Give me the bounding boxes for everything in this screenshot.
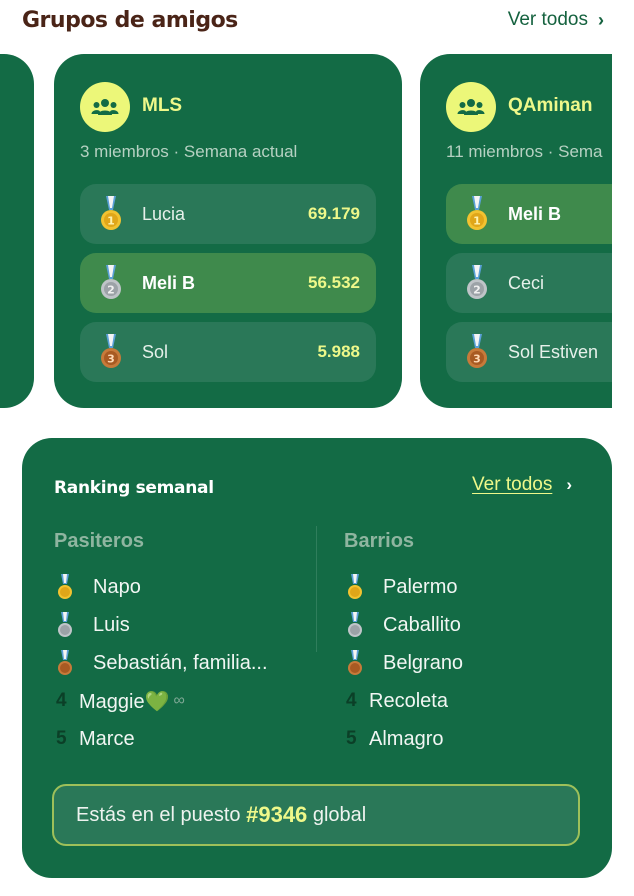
member-score: 5.988 [317,342,360,361]
list-item[interactable]: Caballito [346,606,463,644]
position-prefix: Estás en el puesto [76,803,247,826]
section-title-friend-groups: Grupos de amigos [22,8,238,33]
member-row[interactable]: 3 Sol Estiven [446,322,612,382]
ranking-name: Caballito [383,613,461,636]
infinity-badge: ∞ [173,692,185,709]
chevron-right-icon: › [598,9,604,30]
silver-medal-icon [58,612,72,637]
group-icon [80,82,130,132]
member-name: Sol [142,341,169,362]
silver-medal-icon: 2 [467,265,487,299]
svg-text:2: 2 [473,284,481,297]
list-item[interactable]: Luis [56,606,268,644]
ranking-name: Almagro [369,727,444,750]
gold-medal-icon: 1 [467,196,487,230]
bronze-medal-icon: 3 [467,334,487,368]
member-row[interactable]: 3 Sol 5.988 [80,322,376,382]
weekly-ranking-card: Ranking semanal Ver todos › Pasiteros Ba… [22,438,612,878]
global-position-box: Estás en el puesto #9346 global [52,784,580,846]
rank-number: 5 [346,728,357,749]
list-item[interactable]: 4 Recoleta [346,682,463,720]
svg-text:3: 3 [473,353,481,366]
group-icon [446,82,496,132]
ranking-name: Maggie💚 [79,690,170,713]
bronze-medal-icon [58,650,72,675]
see-all-label: Ver todos [507,9,588,30]
member-name: Lucia [142,203,186,224]
group-card[interactable]: MLS 3 miembros · Semana actual 1 Lucia 6… [54,54,402,408]
ranking-name: Napo [93,575,141,598]
chevron-right-icon: › [566,475,572,494]
see-all-groups-link[interactable]: Ver todos › [508,9,604,31]
group-meta: 3 miembros · Semana actual [80,142,298,161]
ranking-name: Recoleta [369,689,448,712]
list-item[interactable]: Napo [56,568,268,606]
svg-text:2: 2 [107,284,115,297]
rank-number: 5 [56,728,67,749]
column-heading-barrios: Barrios [344,530,415,552]
gold-medal-icon [348,574,362,599]
position-value: #9346 [246,802,308,827]
member-row-current-user[interactable]: 1 Meli B [446,184,612,244]
position-suffix: global [307,803,367,826]
bronze-medal-icon: 3 [101,334,121,368]
list-item[interactable]: Sebastián, familia... [56,644,268,682]
list-item[interactable]: Palermo [346,568,463,606]
ranking-name: Luis [93,613,130,636]
rank-number: 4 [56,690,67,711]
see-all-label: Ver todos [472,474,553,495]
group-name: QAminan [508,95,593,116]
member-score: 69.179 [308,204,360,223]
group-card-previous[interactable] [0,54,34,408]
list-item[interactable]: 4 Maggie💚 ∞ [56,682,268,720]
column-heading-pasiteros: Pasiteros [54,530,145,552]
member-row[interactable]: 1 Lucia 69.179 [80,184,376,244]
gold-medal-icon: 1 [101,196,121,230]
member-name: Meli B [508,203,562,224]
ranking-name: Palermo [383,575,458,598]
see-all-ranking-link[interactable]: Ver todos › [472,474,572,496]
ranking-list-barrios: Palermo Caballito Belgrano 4 Recoleta 5 … [346,568,463,758]
gold-medal-icon [58,574,72,599]
ranking-title: Ranking semanal [54,478,214,498]
bronze-medal-icon [348,650,362,675]
silver-medal-icon: 2 [101,265,121,299]
list-item[interactable]: 5 Marce [56,720,268,758]
member-row[interactable]: 2 Ceci [446,253,612,313]
group-name: MLS [142,95,183,116]
rank-number: 4 [346,690,357,711]
svg-text:1: 1 [473,215,481,228]
list-item[interactable]: 5 Almagro [346,720,463,758]
group-meta: 11 miembros · Sema [446,142,603,161]
svg-text:3: 3 [107,353,115,366]
ranking-name: Marce [79,727,135,750]
ranking-list-pasiteros: Napo Luis Sebastián, familia... 4 Maggie… [56,568,268,758]
column-divider [316,526,317,652]
member-name: Sol Estiven [508,341,599,362]
groups-carousel[interactable]: MLS 3 miembros · Semana actual 1 Lucia 6… [0,54,612,408]
member-name: Meli B [142,272,196,293]
member-name: Ceci [508,272,545,293]
silver-medal-icon [348,612,362,637]
member-row-current-user[interactable]: 2 Meli B 56.532 [80,253,376,313]
svg-text:1: 1 [107,215,115,228]
member-score: 56.532 [308,273,360,292]
list-item[interactable]: Belgrano [346,644,463,682]
ranking-name: Belgrano [383,651,464,674]
ranking-name: Sebastián, familia... [93,651,268,674]
group-card[interactable]: QAminan 11 miembros · Sema 1 Meli B 2 Ce… [420,54,612,408]
